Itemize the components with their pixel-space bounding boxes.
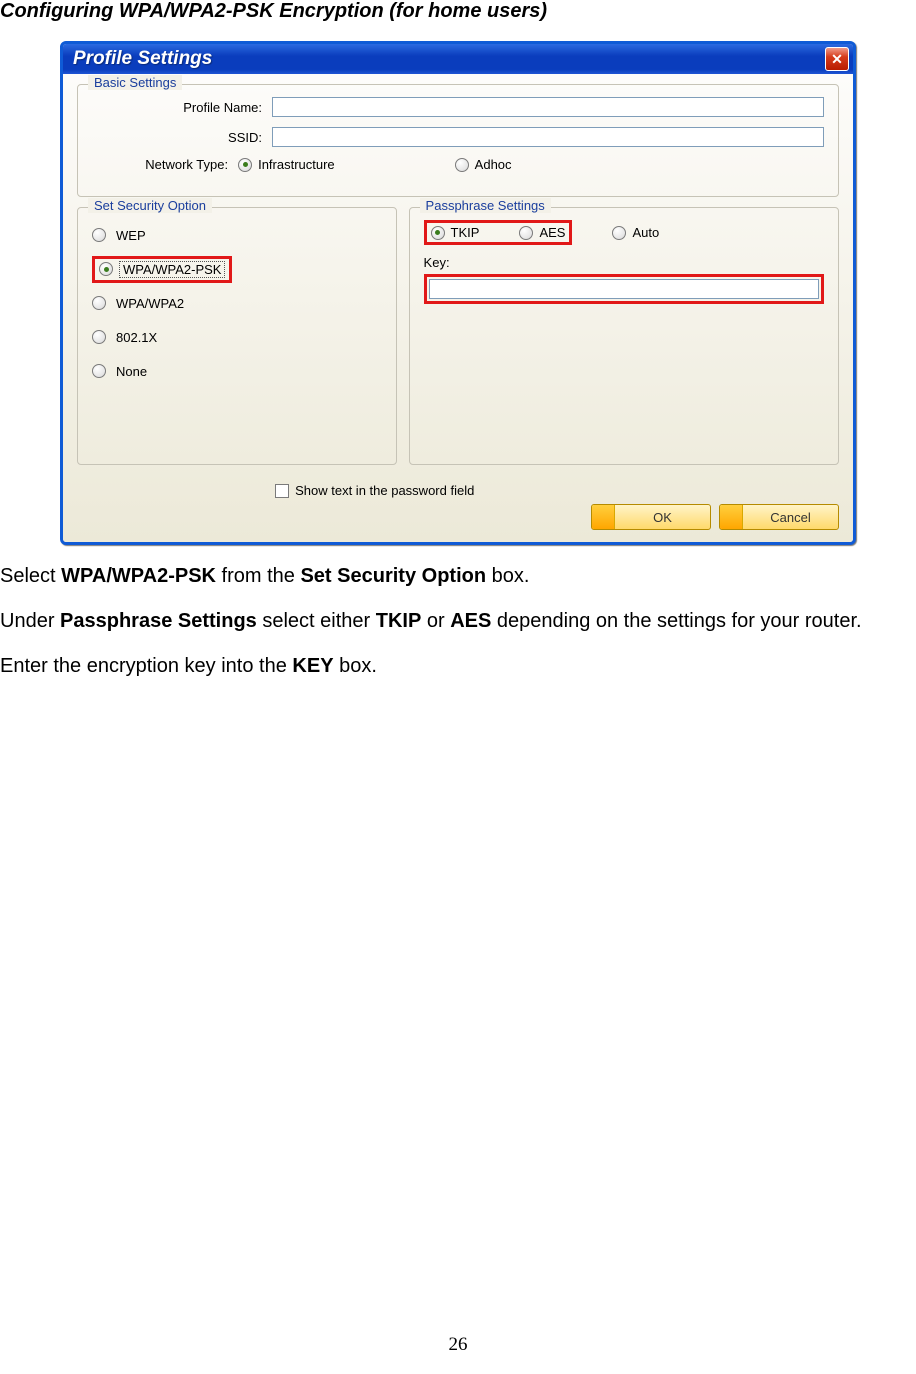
radio-icon bbox=[612, 226, 626, 240]
radio-icon bbox=[92, 296, 106, 310]
ssid-label: SSID: bbox=[92, 130, 272, 145]
ok-button[interactable]: OK bbox=[591, 504, 711, 530]
radio-label: 802.1X bbox=[114, 329, 159, 346]
cancel-button[interactable]: Cancel bbox=[719, 504, 839, 530]
security-none[interactable]: None bbox=[92, 356, 382, 386]
security-wep[interactable]: WEP bbox=[92, 220, 382, 250]
radio-icon bbox=[519, 226, 533, 240]
radio-label: Auto bbox=[632, 225, 659, 240]
security-8021x[interactable]: 802.1X bbox=[92, 322, 382, 352]
radio-label: WPA/WPA2 bbox=[114, 295, 186, 312]
doc-heading: Configuring WPA/WPA2-PSK Encryption (for… bbox=[0, 0, 916, 27]
radio-label: Adhoc bbox=[475, 157, 512, 172]
close-button[interactable]: ✕ bbox=[825, 47, 849, 71]
security-option-group: Set Security Option WEP WPA/WPA2-PSK bbox=[77, 207, 397, 465]
close-icon: ✕ bbox=[831, 51, 843, 68]
radio-icon bbox=[92, 364, 106, 378]
radio-icon bbox=[99, 262, 113, 276]
passphrase-tkip[interactable]: TKIP bbox=[431, 225, 480, 240]
radio-icon bbox=[92, 330, 106, 344]
window-title: Profile Settings bbox=[73, 48, 825, 70]
network-type-adhoc[interactable]: Adhoc bbox=[455, 157, 512, 172]
key-label: Key: bbox=[424, 255, 824, 270]
checkbox-icon bbox=[275, 484, 289, 498]
security-wpa-wpa2[interactable]: WPA/WPA2 bbox=[92, 288, 382, 318]
radio-label: WEP bbox=[114, 227, 148, 244]
basic-settings-group: Basic Settings Profile Name: SSID: Netwo… bbox=[77, 84, 839, 197]
checkbox-label: Show text in the password field bbox=[295, 483, 474, 498]
instruction-para-1: Select WPA/WPA2-PSK from the Set Securit… bbox=[0, 563, 916, 590]
passphrase-auto[interactable]: Auto bbox=[612, 225, 659, 240]
security-wpa-wpa2-psk[interactable]: WPA/WPA2-PSK bbox=[92, 254, 382, 284]
network-type-label: Network Type: bbox=[92, 157, 238, 172]
titlebar[interactable]: Profile Settings ✕ bbox=[63, 44, 853, 74]
profile-name-label: Profile Name: bbox=[92, 100, 272, 115]
button-accent-icon bbox=[720, 505, 743, 529]
radio-icon bbox=[92, 228, 106, 242]
basic-settings-legend: Basic Settings bbox=[88, 75, 182, 90]
radio-label: Infrastructure bbox=[258, 157, 335, 172]
key-input[interactable] bbox=[429, 279, 819, 299]
network-type-infrastructure[interactable]: Infrastructure bbox=[238, 157, 335, 172]
radio-label: None bbox=[114, 363, 149, 380]
passphrase-settings-group: Passphrase Settings TKIP AES bbox=[409, 207, 839, 465]
radio-label: AES bbox=[539, 225, 565, 240]
button-accent-icon bbox=[592, 505, 615, 529]
passphrase-settings-legend: Passphrase Settings bbox=[420, 198, 551, 213]
dialog-body: Basic Settings Profile Name: SSID: Netwo… bbox=[63, 74, 853, 542]
button-label: Cancel bbox=[743, 505, 838, 529]
radio-icon bbox=[455, 158, 469, 172]
radio-icon bbox=[238, 158, 252, 172]
instruction-para-3: Enter the encryption key into the KEY bo… bbox=[0, 653, 916, 680]
instruction-para-2: Under Passphrase Settings select either … bbox=[0, 608, 916, 635]
radio-icon bbox=[431, 226, 445, 240]
security-option-legend: Set Security Option bbox=[88, 198, 212, 213]
ssid-input[interactable] bbox=[272, 127, 824, 147]
show-password-checkbox[interactable]: Show text in the password field bbox=[77, 483, 839, 498]
radio-label: TKIP bbox=[451, 225, 480, 240]
passphrase-aes[interactable]: AES bbox=[519, 225, 565, 240]
button-label: OK bbox=[615, 505, 710, 529]
radio-label: WPA/WPA2-PSK bbox=[119, 261, 225, 278]
profile-name-input[interactable] bbox=[272, 97, 824, 117]
page-number: 26 bbox=[0, 1334, 916, 1356]
profile-settings-dialog: Profile Settings ✕ Basic Settings Profil… bbox=[60, 41, 856, 545]
